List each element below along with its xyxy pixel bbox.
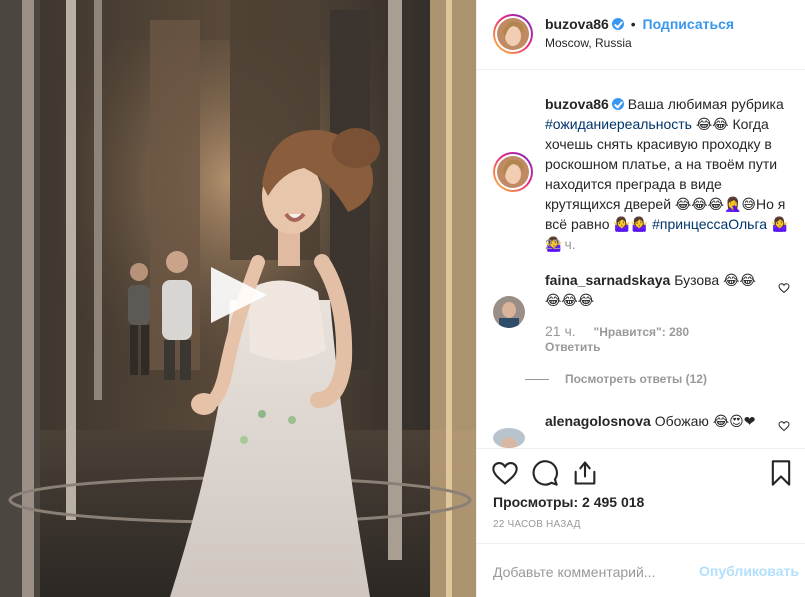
caption-author-photo <box>497 156 529 188</box>
play-icon <box>211 267 267 323</box>
post-timestamp[interactable]: 22 ЧАСОВ НАЗАД <box>493 519 581 530</box>
instagram-post: buzova86 • Подписаться Moscow, Russia bu… <box>0 0 805 597</box>
caption-username[interactable]: buzova86 <box>545 96 609 112</box>
comment-text: Обожаю 😂😍❤ <box>654 413 756 429</box>
comment-avatar[interactable] <box>493 428 525 448</box>
caption-hashtag-1[interactable]: #ожиданиереальность <box>545 116 692 132</box>
comment-username[interactable]: alenagolosnova <box>545 413 651 429</box>
comment-1: faina_sarnadskaya Бузова 😂😂😂😂😂 <box>545 270 765 310</box>
reply-button[interactable]: Ответить <box>545 340 600 354</box>
view-replies-label: Посмотреть ответы (12) <box>565 372 707 386</box>
comment-like-heart-icon[interactable] <box>778 282 790 294</box>
play-button[interactable] <box>207 264 269 326</box>
verified-badge-icon <box>611 18 624 30</box>
author-photo <box>497 18 529 50</box>
view-count[interactable]: Просмотры: 2 495 018 <box>493 494 644 510</box>
share-icon[interactable] <box>571 459 599 487</box>
caption-time[interactable]: 22 ч. <box>545 236 576 252</box>
add-comment-bar: Опубликовать <box>477 543 805 597</box>
bookmark-icon[interactable] <box>767 459 795 487</box>
header-title-row: buzova86 • Подписаться <box>545 16 734 32</box>
commenter-photo <box>493 428 525 448</box>
replies-divider <box>525 378 549 380</box>
follow-button[interactable]: Подписаться <box>643 16 735 32</box>
comment-meta: 21 ч. "Нравится": 280 <box>545 323 689 339</box>
comment-2: alenagolosnova Обожаю 😂😍❤ <box>545 411 765 431</box>
caption-text-2: 😂😂 Когда хочешь снять красивую проходку … <box>545 116 786 232</box>
location-link[interactable]: Moscow, Russia <box>545 36 632 50</box>
comment-likes[interactable]: "Нравится": 280 <box>594 325 690 339</box>
heart-icon[interactable] <box>491 459 519 487</box>
comment-time[interactable]: 21 ч. <box>545 323 576 339</box>
verified-badge-icon <box>611 98 624 110</box>
caption-avatar[interactable] <box>493 152 533 192</box>
caption-text-1: Ваша любимая рубрика <box>627 96 784 112</box>
author-avatar[interactable] <box>493 14 533 54</box>
commenter-photo <box>493 296 525 328</box>
author-username[interactable]: buzova86 <box>545 16 609 32</box>
view-replies-button[interactable]: Посмотреть ответы (12) <box>525 372 707 386</box>
comment-input[interactable] <box>493 562 678 582</box>
separator-dot: • <box>630 16 636 32</box>
comment-like-heart-icon[interactable] <box>778 420 790 432</box>
publish-button[interactable]: Опубликовать <box>699 563 799 579</box>
caption: buzova86 Ваша любимая рубрика #ожиданиер… <box>545 94 790 254</box>
comment-username[interactable]: faina_sarnadskaya <box>545 272 670 288</box>
caption-hashtag-2[interactable]: #принцессаОльга <box>652 216 767 232</box>
post-sidebar: buzova86 • Подписаться Moscow, Russia bu… <box>476 0 805 597</box>
comment-icon[interactable] <box>531 459 559 487</box>
action-bar <box>477 448 805 496</box>
comment-avatar[interactable] <box>493 296 525 328</box>
post-video[interactable] <box>0 0 476 597</box>
post-header: buzova86 • Подписаться Moscow, Russia <box>477 0 805 70</box>
